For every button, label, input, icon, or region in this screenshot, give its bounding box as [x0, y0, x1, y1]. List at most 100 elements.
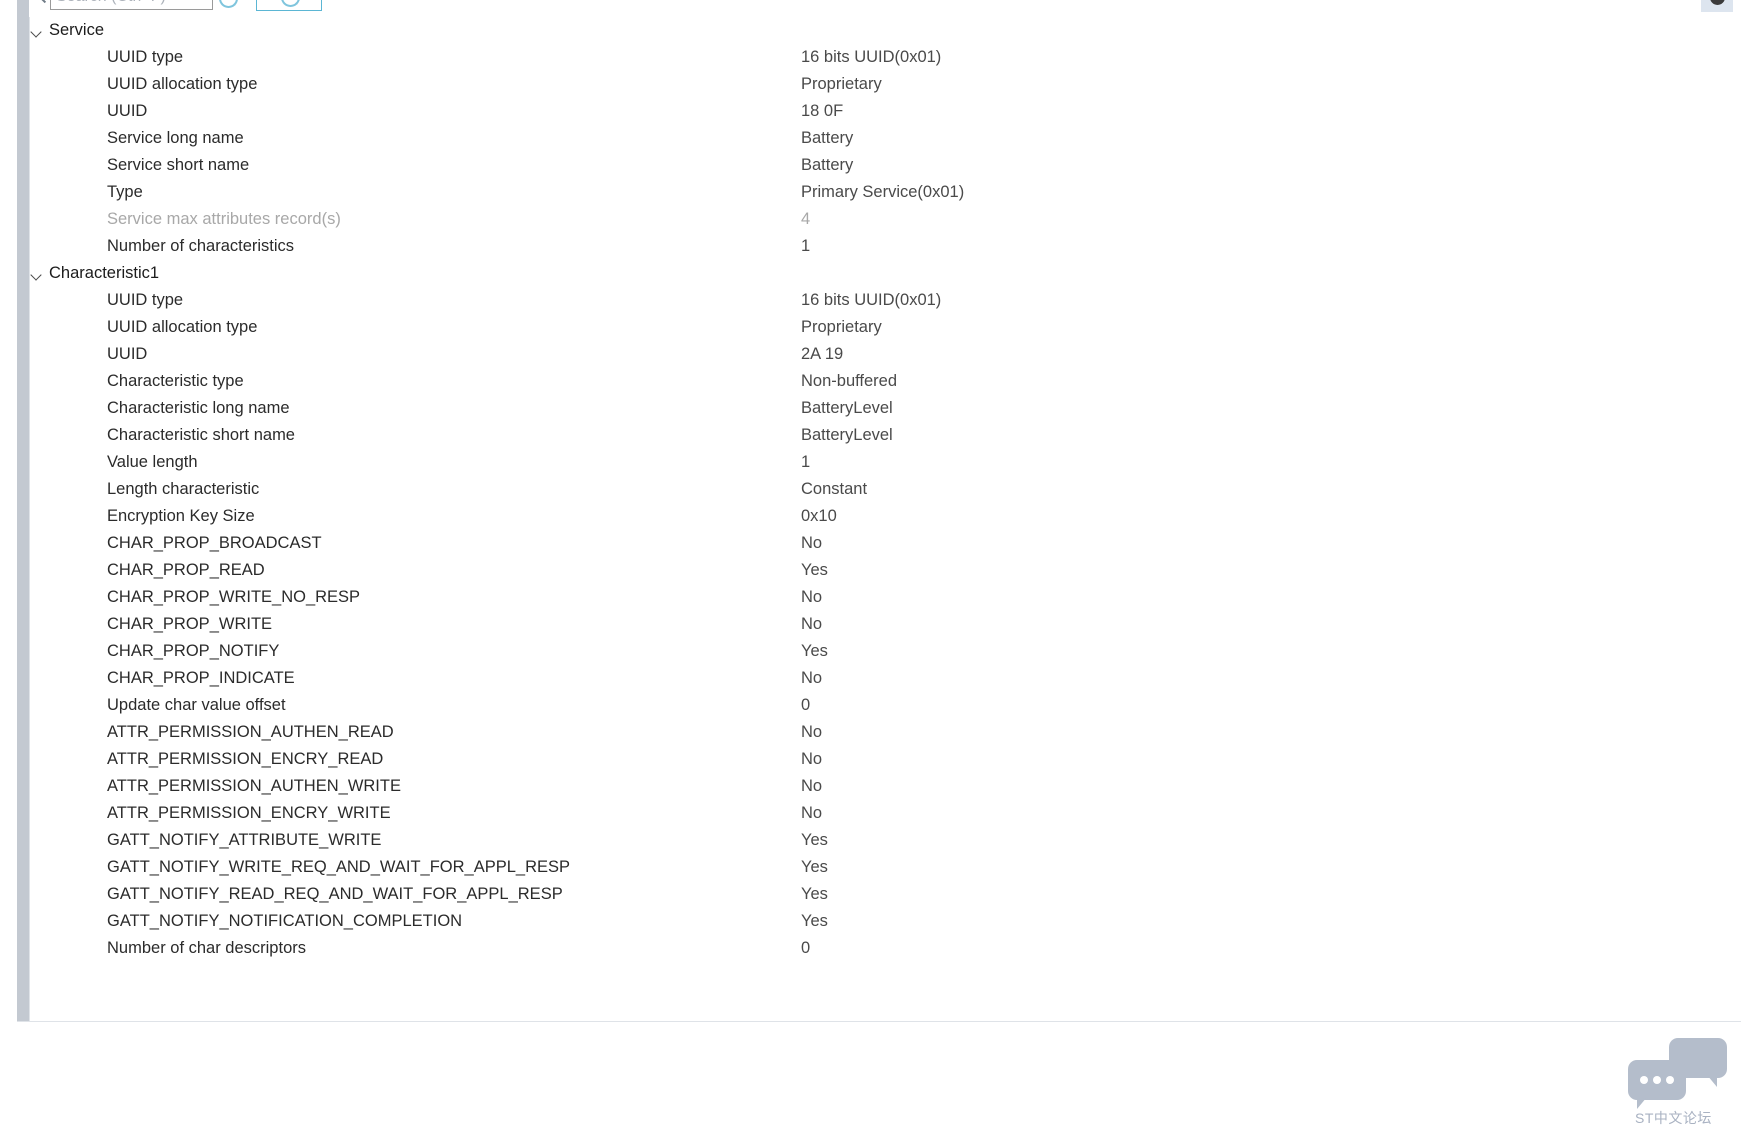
property-row[interactable]: UUID 2A 19 — [0, 341, 1741, 368]
property-value[interactable]: Primary Service(0x01) — [801, 183, 964, 202]
property-label: Characteristic long name — [107, 399, 290, 417]
property-label: UUID — [107, 102, 148, 120]
property-value[interactable]: No — [801, 804, 822, 823]
property-row[interactable]: Length characteristic Constant — [0, 476, 1741, 503]
property-value[interactable]: Constant — [801, 480, 867, 499]
property-row[interactable]: Service short name Battery — [0, 152, 1741, 179]
property-row[interactable]: UUID 18 0F — [0, 98, 1741, 125]
property-label: GATT_NOTIFY_ATTRIBUTE_WRITE — [107, 831, 382, 849]
property-row[interactable]: UUID allocation type Proprietary — [0, 71, 1741, 98]
property-label: UUID type — [107, 48, 184, 66]
property-label: Number of char descriptors — [107, 939, 306, 957]
property-tree: Service UUID type 16 bits UUID(0x01) UUID a… — [0, 17, 1741, 962]
tree-group-title: Service — [49, 21, 105, 39]
property-row[interactable]: Encryption Key Size 0x10 — [0, 503, 1741, 530]
search-icon — [33, 0, 48, 4]
property-row[interactable]: GATT_NOTIFY_READ_REQ_AND_WAIT_FOR_APPL_R… — [0, 881, 1741, 908]
property-row[interactable]: Service max attributes record(s) 4 — [0, 206, 1741, 233]
toolbar-left-gutter — [17, 0, 29, 17]
property-value[interactable]: No — [801, 723, 822, 742]
property-value[interactable]: Yes — [801, 831, 828, 850]
property-value[interactable]: 0 — [801, 696, 810, 715]
search-input[interactable]: Search (Ctrl+F) — [50, 0, 213, 10]
property-value[interactable]: Battery — [801, 129, 853, 148]
property-row[interactable]: Update char value offset 0 — [0, 692, 1741, 719]
chevron-down-icon[interactable] — [29, 23, 45, 39]
property-label: CHAR_PROP_WRITE — [107, 615, 273, 633]
property-value[interactable]: 1 — [801, 237, 810, 256]
property-value[interactable]: 2A 19 — [801, 345, 843, 364]
property-label: GATT_NOTIFY_READ_REQ_AND_WAIT_FOR_APPL_R… — [107, 885, 563, 903]
property-row[interactable]: Type Primary Service(0x01) — [0, 179, 1741, 206]
property-value[interactable]: No — [801, 534, 822, 553]
property-value[interactable]: No — [801, 669, 822, 688]
refresh-icon — [218, 0, 238, 8]
property-row[interactable]: GATT_NOTIFY_NOTIFICATION_COMPLETION Yes — [0, 908, 1741, 935]
property-row[interactable]: CHAR_PROP_NOTIFY Yes — [0, 638, 1741, 665]
property-value[interactable]: No — [801, 615, 822, 634]
property-value[interactable]: 0 — [801, 939, 810, 958]
watermark: ST中文论坛 — [1616, 1030, 1731, 1130]
property-row[interactable]: CHAR_PROP_BROADCAST No — [0, 530, 1741, 557]
property-value[interactable]: 16 bits UUID(0x01) — [801, 291, 941, 310]
property-row[interactable]: ATTR_PERMISSION_AUTHEN_WRITE No — [0, 773, 1741, 800]
property-value[interactable]: BatteryLevel — [801, 399, 893, 418]
watermark-text: ST中文论坛 — [1635, 1110, 1712, 1126]
property-value[interactable]: Yes — [801, 642, 828, 661]
property-value[interactable]: 16 bits UUID(0x01) — [801, 48, 941, 67]
tree-group-title: Characteristic1 — [49, 264, 160, 282]
search-area: Search (Ctrl+F) — [33, 0, 213, 14]
property-row[interactable]: UUID allocation type Proprietary — [0, 314, 1741, 341]
property-row[interactable]: ATTR_PERMISSION_AUTHEN_READ No — [0, 719, 1741, 746]
property-value[interactable]: Yes — [801, 912, 828, 931]
tree-group-header[interactable]: Service — [0, 17, 1741, 44]
property-value[interactable]: 4 — [801, 210, 810, 229]
property-value[interactable]: Yes — [801, 561, 828, 580]
property-row[interactable]: GATT_NOTIFY_ATTRIBUTE_WRITE Yes — [0, 827, 1741, 854]
property-row[interactable]: UUID type 16 bits UUID(0x01) — [0, 287, 1741, 314]
property-row[interactable]: UUID type 16 bits UUID(0x01) — [0, 44, 1741, 71]
property-label: Value length — [107, 453, 198, 471]
refresh-selected-button[interactable] — [256, 0, 322, 11]
property-row[interactable]: Service long name Battery — [0, 125, 1741, 152]
property-value[interactable]: BatteryLevel — [801, 426, 893, 445]
property-label: UUID type — [107, 291, 184, 309]
property-label: UUID allocation type — [107, 318, 258, 336]
tree-group-header[interactable]: Characteristic1 — [0, 260, 1741, 287]
property-label: Characteristic type — [107, 372, 244, 390]
property-row[interactable]: CHAR_PROP_INDICATE No — [0, 665, 1741, 692]
property-value[interactable]: Battery — [801, 156, 853, 175]
chevron-down-icon[interactable] — [29, 266, 45, 282]
property-value[interactable]: 18 0F — [801, 102, 843, 121]
property-row[interactable]: CHAR_PROP_WRITE_NO_RESP No — [0, 584, 1741, 611]
property-row[interactable]: Characteristic long name BatteryLevel — [0, 395, 1741, 422]
property-value[interactable]: Non-buffered — [801, 372, 897, 391]
info-button[interactable] — [1701, 0, 1733, 12]
property-row[interactable]: Value length 1 — [0, 449, 1741, 476]
property-value[interactable]: 1 — [801, 453, 810, 472]
property-label: CHAR_PROP_NOTIFY — [107, 642, 280, 660]
property-label: Characteristic short name — [107, 426, 295, 444]
property-row[interactable]: CHAR_PROP_WRITE No — [0, 611, 1741, 638]
property-label: UUID — [107, 345, 148, 363]
property-value[interactable]: No — [801, 750, 822, 769]
property-value[interactable]: Yes — [801, 858, 828, 877]
property-label: CHAR_PROP_WRITE_NO_RESP — [107, 588, 361, 606]
property-row[interactable]: ATTR_PERMISSION_ENCRY_READ No — [0, 746, 1741, 773]
property-value[interactable]: Proprietary — [801, 318, 882, 337]
property-label: GATT_NOTIFY_WRITE_REQ_AND_WAIT_FOR_APPL_… — [107, 858, 571, 876]
property-value[interactable]: 0x10 — [801, 507, 837, 526]
property-value[interactable]: Proprietary — [801, 75, 882, 94]
property-label: UUID allocation type — [107, 75, 258, 93]
property-row[interactable]: GATT_NOTIFY_WRITE_REQ_AND_WAIT_FOR_APPL_… — [0, 854, 1741, 881]
property-value[interactable]: No — [801, 588, 822, 607]
property-row[interactable]: Characteristic short name BatteryLevel — [0, 422, 1741, 449]
property-row[interactable]: CHAR_PROP_READ Yes — [0, 557, 1741, 584]
property-value[interactable]: No — [801, 777, 822, 796]
property-row[interactable]: Number of char descriptors 0 — [0, 935, 1741, 962]
property-row[interactable]: ATTR_PERMISSION_ENCRY_WRITE No — [0, 800, 1741, 827]
property-value[interactable]: Yes — [801, 885, 828, 904]
refresh-button[interactable] — [212, 0, 242, 12]
property-row[interactable]: Number of characteristics 1 — [0, 233, 1741, 260]
property-row[interactable]: Characteristic type Non-buffered — [0, 368, 1741, 395]
